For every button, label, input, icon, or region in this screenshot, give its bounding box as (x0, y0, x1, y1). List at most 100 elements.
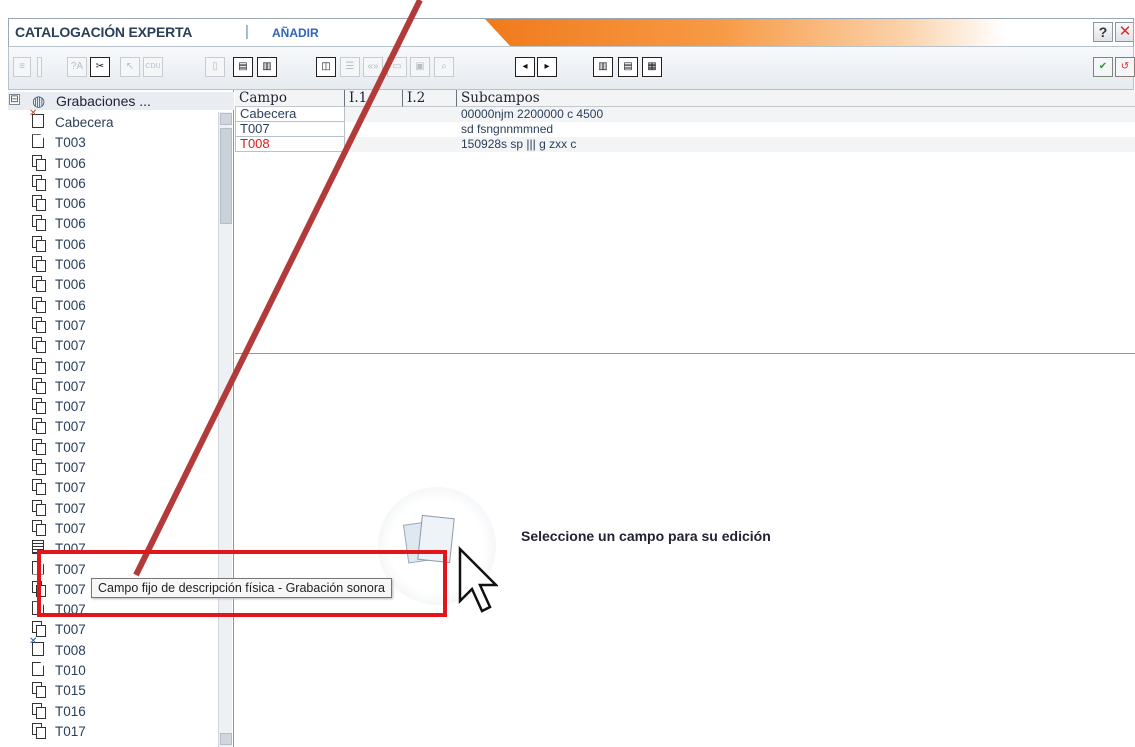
multi-page-icon (32, 479, 46, 496)
collapse-icon[interactable]: ⊟ (9, 94, 20, 105)
tree-scrollbar[interactable] (218, 112, 232, 747)
tree-item-label: T006 (55, 175, 86, 191)
tree-item-label: T007 (55, 500, 86, 516)
tag-icon[interactable]: ▭ (387, 57, 407, 77)
column-header-i2[interactable]: I.2 (403, 90, 457, 107)
tree-item[interactable]: T016 (8, 701, 218, 721)
tree-item[interactable]: T006 (8, 295, 218, 315)
multi-page-icon (32, 459, 46, 476)
tree-item[interactable]: Cabecera (8, 108, 218, 132)
tree-item[interactable]: T017 (8, 721, 218, 741)
tree-item[interactable]: T006 (8, 173, 218, 193)
error-page-icon (29, 636, 44, 656)
cell-subcampos[interactable]: 00000njm 2200000 c 4500 (457, 107, 603, 121)
cursor-tool-icon[interactable]: ↖ (120, 57, 140, 77)
record-icon[interactable]: ▣ (410, 57, 430, 77)
multi-page-icon (32, 621, 46, 638)
page-icon (32, 662, 44, 677)
cell-campo[interactable]: T008 (235, 137, 345, 152)
column-header-campo[interactable]: Campo (235, 90, 345, 107)
tree-item[interactable]: T007 (8, 416, 218, 436)
scroll-thumb[interactable] (220, 128, 232, 224)
tree-item[interactable]: T006 (8, 213, 218, 233)
tree-item-label: T017 (55, 723, 86, 739)
multi-page-icon (32, 195, 46, 212)
help-button[interactable]: ? (1093, 22, 1113, 42)
tree-item[interactable]: T007 (8, 619, 218, 639)
tree-item[interactable]: T015 (8, 680, 218, 700)
tree-item-label: T015 (55, 683, 86, 699)
tree-item-label: T007 (55, 622, 86, 638)
tree-item[interactable]: T007 (8, 335, 218, 355)
table-row[interactable]: T008 150928s sp ||| g zxx c (235, 137, 1135, 152)
tree-item[interactable]: T006 (8, 153, 218, 173)
tree-item[interactable]: T006 (8, 254, 218, 274)
list-icon[interactable]: ☰ (340, 57, 360, 77)
tree-item-label: T006 (55, 277, 86, 293)
column-header-i1[interactable]: I.1 (345, 90, 403, 107)
multi-page-icon (32, 276, 46, 293)
cell-campo[interactable]: Cabecera (235, 107, 345, 122)
multi-page-icon (32, 174, 46, 191)
search-icon[interactable]: ⌕ (434, 57, 454, 77)
tree-item-label: T006 (55, 196, 86, 212)
tree-item-label: T016 (55, 703, 86, 719)
cell-subcampos[interactable]: 150928s sp ||| g zxx c (457, 137, 576, 151)
tree-item-label: T006 (55, 155, 86, 171)
field-help-icon[interactable]: ?A (67, 57, 87, 77)
multi-page-icon (32, 154, 46, 171)
tree-item-label: T007 (55, 358, 86, 374)
layout-3-icon[interactable]: ▦ (642, 57, 662, 77)
tree-item[interactable]: T007 (8, 457, 218, 477)
tree-list: Cabecera T003 T006 T006 T006 T006 T006 T006 T006… (8, 108, 218, 741)
close-button[interactable]: ✕ (1115, 22, 1133, 42)
cell-campo[interactable]: T007 (235, 122, 345, 137)
accept-icon[interactable]: ✔ (1093, 57, 1113, 77)
tree-item[interactable]: T010 (8, 660, 218, 680)
list-menu-icon[interactable]: ≡ (13, 57, 31, 77)
tree-item[interactable]: T006 (8, 193, 218, 213)
tree-item[interactable]: T007 (8, 315, 218, 335)
multi-page-icon (32, 722, 46, 739)
tree-item[interactable]: T006 (8, 234, 218, 254)
tree-item[interactable]: T007 (8, 518, 218, 538)
tree-item[interactable]: T007 (8, 356, 218, 376)
scroll-up-arrow-icon[interactable] (220, 113, 232, 125)
table-row[interactable]: T007 sd fsngnnmmned (235, 122, 1135, 137)
table-row[interactable]: Cabecera 00000njm 2200000 c 4500 (235, 107, 1135, 122)
multi-page-icon (32, 235, 46, 252)
tree-item[interactable]: T007 (8, 396, 218, 416)
marc-icon[interactable]: «» (363, 57, 383, 77)
tree-item[interactable]: T007 (8, 498, 218, 518)
prev-icon[interactable]: ◂ (515, 57, 535, 77)
duplicate-alt-icon[interactable]: ▥ (257, 57, 277, 77)
tree-item[interactable]: T006 (8, 274, 218, 294)
tree-item-label: T007 (55, 439, 86, 455)
tree-item[interactable]: T008 (8, 636, 218, 660)
cancel-icon[interactable]: ↺ (1115, 57, 1135, 77)
tree-item[interactable]: T007 (8, 376, 218, 396)
layout-2-icon[interactable]: ▤ (618, 57, 638, 77)
tree-item-label: T008 (55, 642, 86, 658)
tree-item[interactable]: T007 (8, 437, 218, 457)
duplicate-icon[interactable]: ▤ (233, 57, 253, 77)
next-icon[interactable]: ▸ (537, 57, 557, 77)
tree-item-label: T006 (55, 236, 86, 252)
column-header-subcampos[interactable]: Subcampos (457, 90, 1135, 107)
scroll-down-arrow-icon[interactable] (220, 733, 232, 745)
highlight-box (37, 550, 447, 617)
tree-item[interactable]: T003 (8, 132, 218, 152)
split-icon[interactable]: ✂ (90, 57, 110, 77)
layout-1-icon[interactable]: ▥ (593, 57, 613, 77)
title-bar-decoration (485, 19, 1005, 46)
cell-subcampos[interactable]: sd fsngnnmmned (457, 122, 553, 136)
cdu-icon[interactable]: CDU (143, 57, 163, 77)
tree-root[interactable]: ⊟ ◍ Grabaciones ... (8, 92, 234, 110)
multi-page-icon (32, 418, 46, 435)
tree-item-label: T007 (55, 378, 86, 394)
tree-item[interactable]: T007 (8, 477, 218, 497)
tree-item-label: T007 (55, 317, 86, 333)
preview-icon[interactable]: ◫ (316, 57, 336, 77)
page-icon[interactable]: ▯ (205, 57, 225, 77)
fields-grid: Campo I.1 I.2 Subcampos Cabecera 00000njm… (235, 90, 1135, 354)
